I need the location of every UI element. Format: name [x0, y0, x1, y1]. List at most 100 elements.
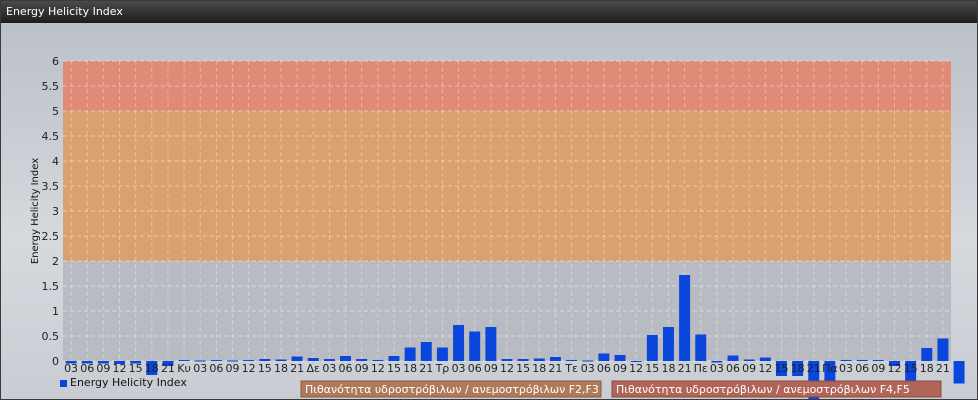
x-tick-label: 18 [791, 362, 805, 375]
y-tick-label: 1 [52, 305, 59, 318]
x-tick-label: Κυ [177, 362, 191, 375]
x-tick-label: 18 [920, 362, 934, 375]
bar [469, 331, 481, 361]
x-tick-label: 21 [161, 362, 175, 375]
bar [759, 357, 771, 361]
x-tick-label: 12 [500, 362, 514, 375]
bar [356, 359, 368, 361]
bar [307, 358, 319, 361]
x-tick-label: 21 [807, 362, 821, 375]
annotation-f4f5: Πιθανότητα υδροστρόβιλων / ανεμοστρόβιλω… [611, 380, 942, 398]
y-tick-label: 5 [52, 105, 59, 118]
x-tick-label: 21 [419, 362, 433, 375]
x-tick-label: Τρ [435, 362, 450, 375]
bar [598, 353, 610, 361]
x-tick-label: 15 [774, 362, 788, 375]
y-tick-label: 3.5 [42, 180, 60, 193]
x-tick-label: 18 [274, 362, 288, 375]
bar [517, 359, 529, 361]
chart-window: Energy Helicity Index 0 0.5 1 1.5 2 2.5 3 3.5 4 4… [0, 0, 978, 400]
x-axis-ticks: 03 06 09 12 15 18 21 Κυ 03 06 09 12 15 18 21 Δε 03 06 09 12… [64, 362, 950, 375]
x-tick-label: 03 [193, 362, 207, 375]
energy-helicity-chart: 0 0.5 1 1.5 2 2.5 3 3.5 4 4.5 5 5.5 6 Energy Helicit… [30, 55, 965, 399]
bar [388, 356, 400, 361]
x-tick-label: 09 [355, 362, 369, 375]
annotation-f2f3-text: Πιθανότητα υδροστρόβιλων / ανεμοστρόβιλω… [305, 383, 599, 396]
y-tick-label: 3 [52, 205, 59, 218]
y-axis-ticks: 0 0.5 1 1.5 2 2.5 3 3.5 4 4.5 5 5.5 6 [42, 55, 60, 368]
x-tick-label: 12 [242, 362, 256, 375]
bar [275, 359, 287, 361]
x-tick-label: 12 [758, 362, 772, 375]
bar [420, 342, 432, 361]
x-tick-label: 09 [871, 362, 885, 375]
x-tick-label: 03 [581, 362, 595, 375]
bar [501, 359, 513, 361]
bar [340, 356, 352, 361]
legend-label: Energy Helicity Index [70, 376, 187, 389]
bar [178, 360, 190, 361]
bar [453, 325, 465, 361]
x-tick-label: 18 [532, 362, 546, 375]
bar [549, 357, 561, 361]
x-tick-label: 09 [613, 362, 627, 375]
x-tick-label: 03 [452, 362, 466, 375]
x-tick-label: 15 [904, 362, 918, 375]
y-tick-label: 2.5 [42, 230, 60, 243]
x-tick-label: 21 [678, 362, 692, 375]
bar [679, 275, 691, 361]
bar [743, 359, 755, 361]
x-tick-label: 12 [629, 362, 643, 375]
x-tick-label: 06 [209, 362, 223, 375]
y-tick-label: 4.5 [42, 130, 60, 143]
x-tick-label: 06 [80, 362, 94, 375]
bar [662, 327, 674, 361]
bar [291, 356, 303, 361]
x-tick-label: 15 [258, 362, 272, 375]
x-tick-label: 21 [290, 362, 304, 375]
x-tick-label: 06 [597, 362, 611, 375]
x-tick-label: 18 [403, 362, 417, 375]
bar [404, 347, 416, 361]
bar [921, 348, 933, 361]
x-tick-label: 12 [371, 362, 385, 375]
x-tick-label: 21 [548, 362, 562, 375]
x-tick-label: 03 [839, 362, 853, 375]
x-tick-label: 18 [661, 362, 675, 375]
x-tick-label: 09 [742, 362, 756, 375]
x-tick-label: 03 [322, 362, 336, 375]
x-tick-label: 03 [64, 362, 78, 375]
x-tick-label: Πα [822, 362, 838, 375]
annotation-f4f5-text: Πιθανότητα υδροστρόβιλων / ανεμοστρόβιλω… [616, 383, 910, 396]
bar [243, 360, 255, 361]
x-tick-label: 12 [887, 362, 901, 375]
x-tick-label: Πε [694, 362, 708, 375]
bar [872, 360, 884, 361]
x-tick-label: Δε [307, 362, 321, 375]
y-tick-label: 4 [52, 155, 59, 168]
bar [727, 355, 739, 361]
x-tick-label: 18 [145, 362, 159, 375]
y-tick-label: 1.5 [42, 280, 60, 293]
x-tick-label: 03 [710, 362, 724, 375]
x-tick-label: 15 [129, 362, 143, 375]
bar [210, 360, 222, 361]
x-tick-label: 15 [645, 362, 659, 375]
x-tick-label: 09 [484, 362, 498, 375]
x-tick-label: 15 [516, 362, 530, 375]
bar [372, 360, 384, 361]
bar [856, 360, 868, 361]
x-tick-label: 09 [226, 362, 240, 375]
x-tick-label: 12 [113, 362, 127, 375]
y-tick-label: 6 [52, 55, 59, 68]
bar [436, 347, 448, 361]
legend[interactable]: Energy Helicity Index [60, 376, 187, 389]
bar [646, 335, 658, 361]
bar [323, 359, 335, 361]
x-tick-label: Τε [564, 362, 578, 375]
y-tick-label: 2 [52, 255, 59, 268]
y-axis-label: Energy Helicity Index [30, 158, 41, 264]
bar [259, 359, 271, 361]
y-tick-label: 0.5 [42, 330, 60, 343]
bar [566, 360, 578, 361]
